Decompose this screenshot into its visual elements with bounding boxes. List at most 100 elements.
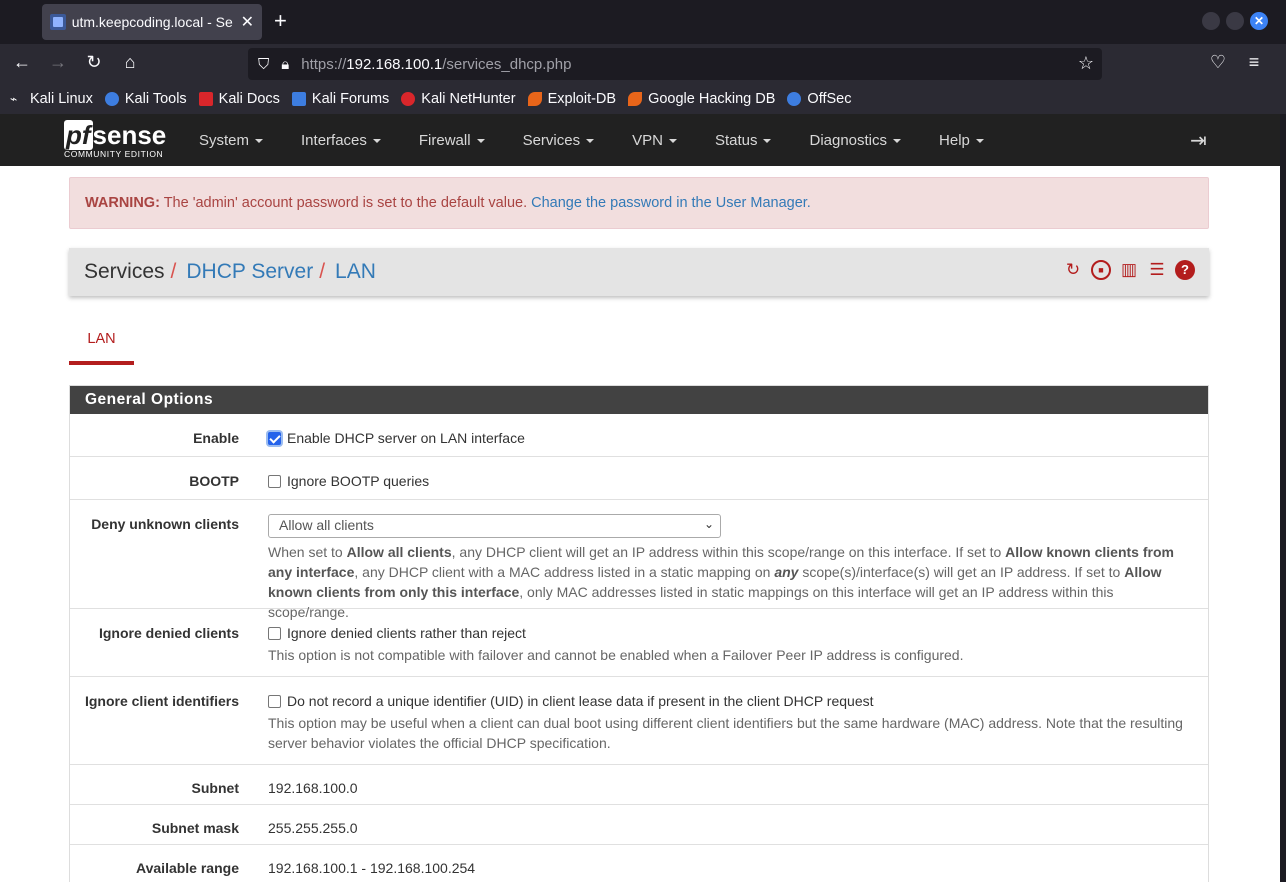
pfsense-menu: System Interfaces Firewall Services VPN …: [199, 114, 1022, 166]
row-deny-unknown: Deny unknown clients Allow all clients ⌄ …: [70, 500, 1208, 620]
menu-vpn[interactable]: VPN: [632, 132, 677, 149]
warning-alert: WARNING: The 'admin' account password is…: [69, 177, 1209, 229]
bookmarks-bar: ⌁ Kali Linux Kali Tools Kali Docs Kali Fo…: [0, 84, 1286, 114]
reload-icon[interactable]: ↻: [82, 52, 106, 73]
menu-firewall[interactable]: Firewall: [419, 132, 485, 149]
breadcrumb-dhcp-server[interactable]: DHCP Server: [186, 260, 313, 284]
back-arrow-icon[interactable]: ←: [10, 52, 34, 73]
bookmark-google-hacking-db[interactable]: Google Hacking DB: [628, 91, 775, 107]
row-ignore-denied: Ignore denied clients Ignore denied clie…: [70, 609, 1208, 677]
enable-label: Enable: [193, 430, 239, 446]
bookmark-offsec[interactable]: OffSec: [787, 91, 851, 107]
logout-icon[interactable]: ⇥: [1190, 128, 1207, 153]
caret-down-icon: [975, 138, 984, 143]
ignore-denied-field: Ignore denied clients rather than reject…: [268, 625, 1198, 665]
ignore-identifiers-help: This option may be useful when a client …: [268, 715, 1183, 751]
caret-down-icon: [372, 138, 381, 143]
url-bar[interactable]: ⛉ 🔒︎ https://192.168.100.1/services_dhcp…: [248, 48, 1102, 80]
available-range-label: Available range: [136, 860, 239, 876]
tab-close-icon[interactable]: ✕: [241, 12, 254, 32]
menu-diagnostics[interactable]: Diagnostics: [809, 132, 902, 149]
scrollbar[interactable]: [1280, 114, 1286, 882]
panel-title: General Options: [70, 386, 1208, 414]
menu-help[interactable]: Help: [939, 132, 984, 149]
deny-unknown-field: Allow all clients ⌄ When set to Allow all…: [268, 514, 1198, 622]
pocket-icon[interactable]: ♡: [1206, 52, 1230, 73]
ignore-denied-help: This option is not compatible with failo…: [268, 647, 964, 663]
bookmark-kali-forums[interactable]: Kali Forums: [291, 91, 389, 107]
row-subnet: Subnet 192.168.100.0: [70, 765, 1208, 805]
bookmark-star-icon[interactable]: ☆: [1078, 53, 1094, 74]
alert-label: WARNING:: [85, 195, 160, 211]
row-subnet-mask: Subnet mask 255.255.255.0: [70, 805, 1208, 845]
change-password-link[interactable]: Change the password in the User Manager.: [531, 195, 811, 211]
restart-icon[interactable]: ↻: [1063, 260, 1083, 280]
row-ignore-identifiers: Ignore client identifiers Do not record …: [70, 677, 1208, 765]
forward-arrow-icon[interactable]: →: [46, 52, 70, 73]
caret-down-icon: [668, 138, 677, 143]
browser-tabbar: utm.keepcoding.local - Se ✕ + ✕: [0, 0, 1286, 44]
breadcrumb-root: Services: [84, 260, 165, 283]
bootp-checkbox-label[interactable]: Ignore BOOTP queries: [287, 473, 429, 489]
ignore-identifiers-checkbox[interactable]: [268, 695, 281, 708]
caret-down-icon: [763, 138, 772, 143]
ghdb-icon: [628, 92, 643, 106]
help-icon[interactable]: ?: [1175, 260, 1195, 280]
bootp-label: BOOTP: [189, 473, 239, 489]
minimize-button[interactable]: [1202, 12, 1220, 30]
window-close-button[interactable]: ✕: [1250, 12, 1268, 30]
stop-icon[interactable]: ■: [1091, 260, 1111, 280]
breadcrumb-actions: ↻ ■ ▥ ☰ ?: [1055, 260, 1195, 280]
subnet-mask-label: Subnet mask: [151, 820, 239, 836]
row-available-range: Available range 192.168.100.1 - 192.168.…: [70, 845, 1208, 882]
breadcrumb: Services / DHCP Server / LAN ↻ ■ ▥ ☰ ?: [69, 248, 1209, 296]
url-text[interactable]: https://192.168.100.1/services_dhcp.php: [301, 56, 571, 73]
bookmark-kali-docs[interactable]: Kali Docs: [198, 91, 280, 107]
bootp-field: Ignore BOOTP queries: [268, 473, 1198, 489]
ignore-identifiers-checkbox-label[interactable]: Do not record a unique identifier (UID) …: [287, 693, 874, 709]
row-enable: Enable Enable DHCP server on LAN interfa…: [70, 414, 1208, 457]
ignore-denied-checkbox-label[interactable]: Ignore denied clients rather than reject: [287, 625, 526, 641]
bookmark-kali-tools[interactable]: Kali Tools: [104, 91, 187, 107]
page-content: WARNING: The 'admin' account password is…: [0, 166, 1280, 882]
shield-icon[interactable]: ⛉: [258, 56, 269, 73]
lock-icon[interactable]: 🔒︎: [281, 56, 289, 73]
tab-lan[interactable]: LAN: [69, 322, 134, 365]
menu-interfaces[interactable]: Interfaces: [301, 132, 381, 149]
new-tab-button[interactable]: +: [274, 8, 287, 34]
breadcrumb-lan[interactable]: LAN: [335, 260, 376, 284]
ignore-identifiers-field: Do not record a unique identifier (UID) …: [268, 693, 1198, 753]
tab-favicon-icon: [50, 14, 66, 30]
ignore-denied-label: Ignore denied clients: [98, 625, 239, 641]
caret-down-icon: [586, 138, 595, 143]
bookmark-kali-linux[interactable]: ⌁ Kali Linux: [10, 91, 93, 107]
ignore-denied-checkbox[interactable]: [268, 627, 281, 640]
enable-checkbox[interactable]: [268, 432, 281, 445]
log-list-icon[interactable]: ☰: [1147, 260, 1167, 280]
home-icon[interactable]: ⌂: [118, 52, 142, 73]
offsec-icon: [787, 92, 802, 106]
menu-system[interactable]: System: [199, 132, 264, 149]
available-range-value: 192.168.100.1 - 192.168.100.254: [268, 860, 476, 876]
maximize-button[interactable]: [1226, 12, 1244, 30]
enable-checkbox-label[interactable]: Enable DHCP server on LAN interface: [287, 430, 525, 446]
pfsense-navbar: pfsense COMMUNITY EDITION System Interfa…: [0, 114, 1280, 166]
hamburger-menu-icon[interactable]: ≡: [1242, 52, 1266, 73]
deny-unknown-select[interactable]: Allow all clients ⌄: [268, 514, 721, 538]
kali-docs-icon: [198, 92, 213, 106]
caret-down-icon: [893, 138, 902, 143]
bar-chart-icon[interactable]: ▥: [1119, 260, 1139, 280]
menu-status[interactable]: Status: [715, 132, 772, 149]
kali-dragon-icon: ⌁: [10, 92, 24, 106]
pfsense-logo[interactable]: pfsense COMMUNITY EDITION: [64, 120, 166, 159]
kali-tools-icon: [104, 92, 119, 106]
bootp-checkbox[interactable]: [268, 475, 281, 488]
menu-services[interactable]: Services: [523, 132, 595, 149]
subnet-mask-value: 255.255.255.0: [268, 820, 358, 836]
tab-title: utm.keepcoding.local - Se: [71, 14, 233, 30]
bookmark-exploit-db[interactable]: Exploit-DB: [527, 91, 616, 107]
caret-down-icon: [476, 138, 485, 143]
bookmark-kali-nethunter[interactable]: Kali NetHunter: [401, 91, 516, 107]
browser-tab[interactable]: utm.keepcoding.local - Se ✕: [42, 4, 262, 40]
browser-navbar: ← → ↻ ⌂ ⛉ 🔒︎ https://192.168.100.1/servi…: [0, 44, 1286, 84]
